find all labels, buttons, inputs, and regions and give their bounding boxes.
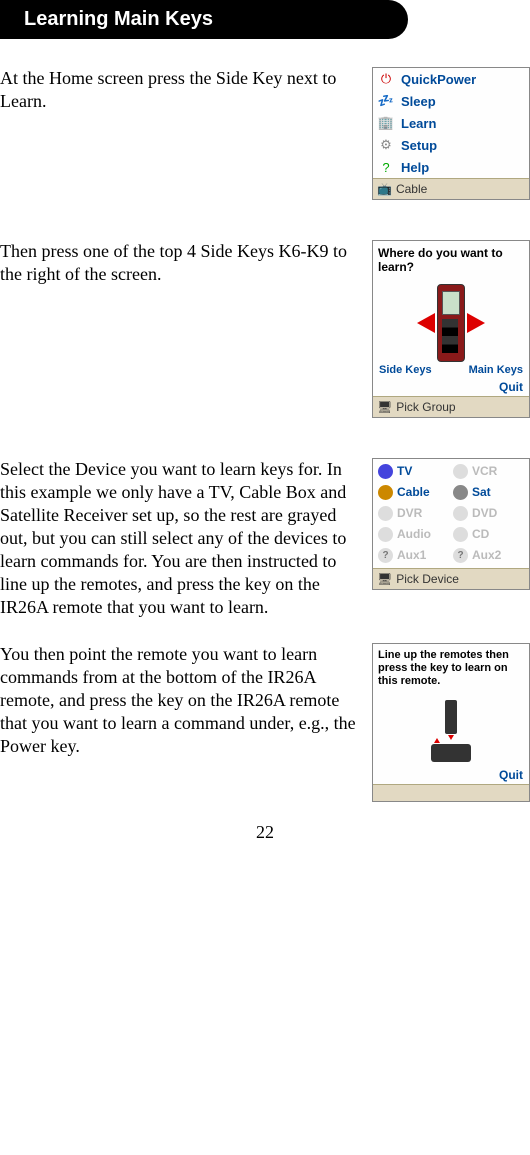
- learn-icon: 🏢: [377, 115, 395, 131]
- sat-icon: [453, 485, 468, 500]
- step-2-screenshot: Where do you want to learn? Side Keys Ma…: [372, 240, 530, 418]
- step-4: You then point the remote you want to le…: [0, 643, 530, 802]
- side-keys-label: Side Keys: [379, 364, 432, 376]
- status-text: Pick Group: [396, 400, 455, 414]
- menu-item-label: Sleep: [401, 94, 436, 109]
- device-sat: Sat: [451, 482, 526, 503]
- sleep-icon: 💤: [377, 93, 395, 109]
- device-label: DVR: [397, 506, 422, 520]
- device-cd: CD: [451, 524, 526, 545]
- remote-lineup-diagram: [373, 694, 529, 766]
- prompt-where-learn: Where do you want to learn?: [373, 241, 529, 280]
- remote-icon: [437, 284, 465, 362]
- device-label: Aux1: [397, 548, 426, 562]
- device-label: Audio: [397, 527, 431, 541]
- device-label: VCR: [472, 464, 497, 478]
- step-1-text: At the Home screen press the Side Key ne…: [0, 67, 364, 113]
- help-icon: ?: [377, 159, 395, 175]
- menu-item-help: ? Help: [373, 156, 529, 178]
- remote-diagram: [373, 280, 529, 364]
- status-text: Cable: [396, 182, 427, 196]
- menu-item-label: Help: [401, 160, 429, 175]
- device-dvr: DVR: [376, 503, 451, 524]
- learn-location-screen: Where do you want to learn? Side Keys Ma…: [372, 240, 530, 418]
- cable-icon: [378, 485, 393, 500]
- menu-item-label: Setup: [401, 138, 437, 153]
- status-bar: 🖥 Pick Group: [373, 396, 529, 417]
- remote-top-icon: [445, 700, 457, 734]
- menu-item-quickpower: ⏻ QuickPower: [373, 68, 529, 90]
- device-label: DVD: [472, 506, 497, 520]
- status-text: Pick Device: [396, 572, 459, 586]
- device-tv: TV: [376, 461, 451, 482]
- status-icon: 🖥: [377, 400, 392, 414]
- quit-label: Quit: [373, 766, 529, 784]
- dvr-icon: [378, 506, 393, 521]
- audio-icon: [378, 527, 393, 542]
- device-label: Sat: [472, 485, 491, 499]
- lineup-prompt: Line up the remotes then press the key t…: [373, 644, 529, 694]
- device-label: Cable: [397, 485, 430, 499]
- aux2-icon: ?: [453, 548, 468, 563]
- tv-icon: [378, 464, 393, 479]
- status-bar: 📺 Cable: [373, 178, 529, 199]
- remote-bottom-icon: [431, 744, 471, 762]
- cd-icon: [453, 527, 468, 542]
- device-label: TV: [397, 464, 412, 478]
- pick-device-screen: TV VCR Cable Sat DVR DVD Audio CD? Aux1? Aux2 🖥 P…: [372, 458, 530, 590]
- step-4-screenshot: Line up the remotes then press the key t…: [372, 643, 530, 802]
- status-bar: [373, 784, 529, 801]
- page-number: 22: [0, 812, 530, 853]
- menu-item-sleep: 💤 Sleep: [373, 90, 529, 112]
- step-3-screenshot: TV VCR Cable Sat DVR DVD Audio CD? Aux1? Aux2 🖥 P…: [372, 458, 530, 590]
- quit-label: Quit: [373, 378, 529, 396]
- menu-item-label: Learn: [401, 116, 436, 131]
- device-aux2: ? Aux2: [451, 545, 526, 566]
- menu-item-learn: 🏢 Learn: [373, 112, 529, 134]
- step-3-text: Select the Device you want to learn keys…: [0, 458, 364, 619]
- device-cable: Cable: [376, 482, 451, 503]
- device-label: CD: [472, 527, 489, 541]
- device-vcr: VCR: [451, 461, 526, 482]
- step-4-text: You then point the remote you want to le…: [0, 643, 364, 758]
- device-aux1: ? Aux1: [376, 545, 451, 566]
- menu-item-setup: ⚙ Setup: [373, 134, 529, 156]
- arrow-right-icon: [467, 313, 485, 333]
- quickpower-icon: ⏻: [377, 71, 395, 87]
- arrow-left-icon: [417, 313, 435, 333]
- step-2: Then press one of the top 4 Side Keys K6…: [0, 240, 530, 418]
- section-header: Learning Main Keys: [0, 0, 408, 39]
- status-bar: 🖥 Pick Device: [373, 568, 529, 589]
- dvd-icon: [453, 506, 468, 521]
- aux1-icon: ?: [378, 548, 393, 563]
- setup-icon: ⚙: [377, 137, 395, 153]
- menu-item-label: QuickPower: [401, 72, 476, 87]
- device-dvd: DVD: [451, 503, 526, 524]
- step-1-screenshot: ⏻ QuickPower 💤 Sleep 🏢 Learn ⚙ Setup? Help 📺 Cab…: [372, 67, 530, 200]
- step-1: At the Home screen press the Side Key ne…: [0, 67, 530, 200]
- line-up-remotes-screen: Line up the remotes then press the key t…: [372, 643, 530, 802]
- key-group-labels: Side Keys Main Keys: [373, 364, 529, 378]
- device-label: Aux2: [472, 548, 501, 562]
- step-2-text: Then press one of the top 4 Side Keys K6…: [0, 240, 364, 286]
- device-grid: TV VCR Cable Sat DVR DVD Audio CD? Aux1? Aux2: [373, 459, 529, 568]
- device-audio: Audio: [376, 524, 451, 545]
- vcr-icon: [453, 464, 468, 479]
- status-icon: 📺: [377, 182, 392, 196]
- status-icon: 🖥: [377, 572, 392, 586]
- main-keys-label: Main Keys: [469, 364, 523, 376]
- home-menu-screen: ⏻ QuickPower 💤 Sleep 🏢 Learn ⚙ Setup? Help 📺 Cab…: [372, 67, 530, 200]
- step-3: Select the Device you want to learn keys…: [0, 458, 530, 619]
